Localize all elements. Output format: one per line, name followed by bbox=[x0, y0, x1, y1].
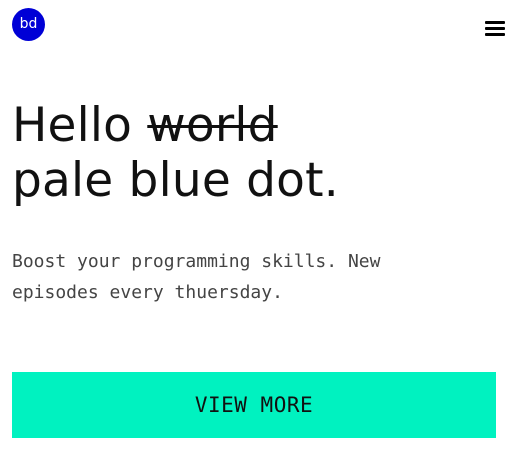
menu-bar-middle bbox=[485, 27, 505, 30]
hamburger-menu-icon[interactable] bbox=[485, 19, 505, 37]
menu-bar-bottom bbox=[485, 33, 505, 36]
headline-struck-word: world bbox=[147, 98, 278, 153]
view-more-button[interactable]: VIEW MORE bbox=[12, 372, 496, 438]
hero-section: Hello world pale blue dot. bbox=[12, 98, 502, 208]
headline-line-2: pale blue dot. bbox=[12, 153, 339, 208]
hero-headline: Hello world pale blue dot. bbox=[12, 98, 502, 208]
avatar[interactable]: bd bbox=[12, 8, 45, 41]
hero-subtext: Boost your programming skills. New episo… bbox=[12, 251, 381, 303]
menu-bar-top bbox=[485, 21, 505, 24]
top-bar: bd bbox=[0, 0, 516, 60]
headline-hello: Hello bbox=[12, 98, 133, 153]
